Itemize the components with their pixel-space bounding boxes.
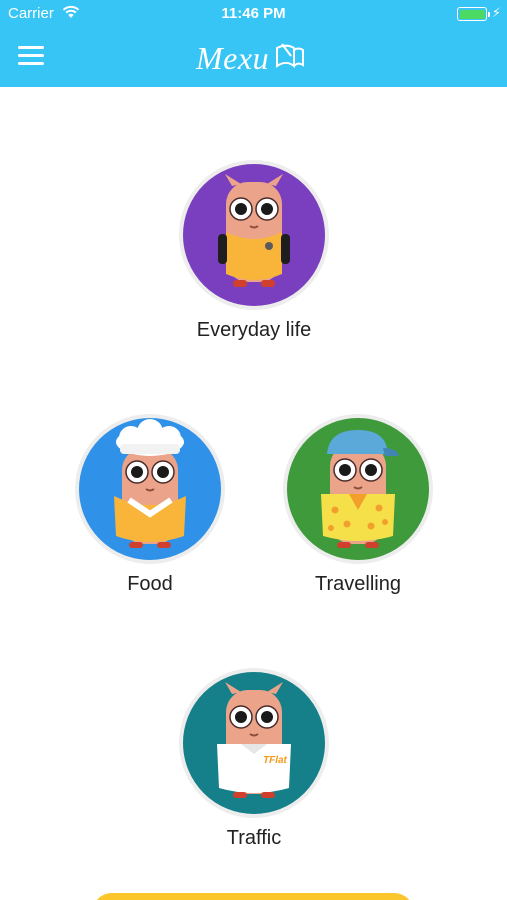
category-label: Everyday life (196, 319, 312, 341)
category-everyday-life[interactable]: Everyday life (164, 160, 344, 342)
hamburger-menu-icon[interactable] (18, 44, 46, 68)
mascot-traveller-icon (321, 430, 399, 548)
brand-logo: Mexu (196, 38, 305, 78)
book-logo-icon (276, 43, 305, 69)
mascot-traffic-icon: TFlat (217, 682, 291, 798)
top-bar: Carrier 11:46 PM ⚡ Mexu (0, 0, 507, 87)
category-travelling-avatar (283, 414, 433, 564)
category-food[interactable]: Food (60, 414, 240, 596)
category-food-avatar (75, 414, 225, 564)
mascot-chef-icon (114, 419, 186, 548)
category-traffic-avatar: TFlat (179, 668, 329, 818)
bottom-action-button[interactable] (92, 893, 414, 900)
status-bar: Carrier 11:46 PM ⚡ (0, 0, 507, 28)
category-label: Traffic (226, 827, 282, 849)
category-travelling[interactable]: Travelling (268, 414, 448, 596)
battery-icon (457, 7, 490, 21)
clock: 11:46 PM (221, 5, 286, 22)
category-traffic[interactable]: TFlat Traffic (164, 668, 344, 850)
category-label: Travelling (315, 573, 401, 595)
brand-name: Mexu (196, 39, 270, 76)
shirt-brand-text: TFlat (263, 755, 288, 766)
charging-icon: ⚡ (491, 5, 501, 20)
mascot-everyday-icon (218, 174, 290, 287)
category-label: Food (127, 573, 173, 595)
category-everyday-life-avatar (179, 160, 329, 310)
